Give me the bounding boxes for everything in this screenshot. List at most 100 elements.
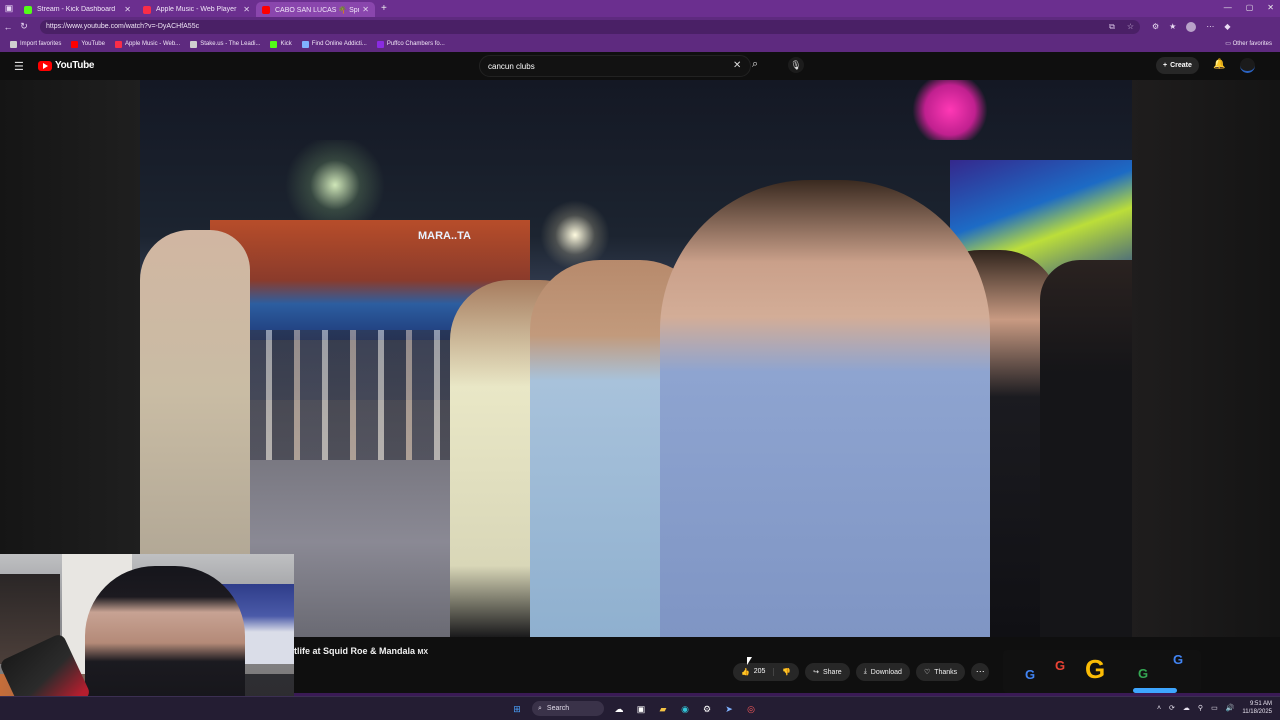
favorites-bar: Import favorites YouTube Apple Music - W… (0, 36, 1280, 52)
video-title-text: tlife at Squid Roe & Mandala (294, 646, 416, 656)
url-bar[interactable]: https://www.youtube.com/watch?v=-DyACHfA… (40, 19, 1140, 34)
video-title: tlife at Squid Roe & Mandala MX (294, 646, 428, 656)
taskbar-search-label: Search (546, 705, 570, 712)
favorite-puffco[interactable]: Puffco Chambers fo... (376, 40, 445, 48)
share-button[interactable]: ↪ Share (805, 663, 850, 681)
app-icon[interactable]: ➤ (722, 702, 736, 716)
window-menu-icon[interactable]: ▣ (0, 0, 18, 17)
tab-title: Stream - Kick Dashboard (37, 6, 116, 13)
tab-youtube-active[interactable]: CABO SAN LUCAS 🌴 Spring ✕ (256, 2, 375, 17)
favorite-label: Kick (280, 41, 292, 47)
maximize-icon[interactable]: ▢ (1246, 3, 1254, 12)
tray-chevron-icon[interactable]: ˄ (1157, 705, 1161, 712)
like-dislike-group: 👍 205 👎 (733, 663, 800, 681)
person-foreground (660, 180, 990, 637)
street-light (280, 140, 390, 230)
favorite-youtube[interactable]: YouTube (71, 40, 105, 48)
windows-taskbar: ⊞ ⌕ Search ☁ ▣ ▰ ◉ ⚙ ➤ ◎ ˄ ⟳ ☁ ⚲ ▭ 🔊 9:5… (0, 696, 1280, 720)
account-avatar[interactable] (1240, 58, 1255, 73)
system-tray: ˄ ⟳ ☁ ⚲ ▭ 🔊 9:51 AM 11/18/2025 (1157, 700, 1272, 716)
thanks-button[interactable]: ♡ Thanks (915, 663, 966, 681)
back-icon[interactable]: ← (0, 22, 16, 32)
extensions-icon[interactable]: ⚙ (1152, 22, 1159, 31)
tray-app-icon[interactable]: ⟳ (1169, 704, 1175, 712)
volume-icon[interactable]: 🔊 (1226, 704, 1235, 712)
copilot-icon[interactable]: ◆ (1224, 22, 1230, 31)
minimize-icon[interactable]: — (1224, 3, 1232, 12)
taskbar-search[interactable]: ⌕ Search (532, 701, 604, 716)
puffco-icon (376, 40, 384, 48)
url-actions: ⧉ ☆ (1109, 22, 1134, 32)
favorite-addiction[interactable]: Find Online Addicti... (301, 40, 367, 48)
more-options-icon[interactable]: ⋯ (1206, 22, 1214, 31)
network-icon[interactable]: ▭ (1211, 704, 1218, 712)
tab-apple-music[interactable]: Apple Music - Web Player ✕ (137, 2, 256, 17)
close-window-icon[interactable]: ✕ (1267, 3, 1274, 12)
tab-title: CABO SAN LUCAS 🌴 Spring (275, 6, 360, 14)
stake-icon (190, 40, 198, 48)
share-label: Share (823, 668, 842, 676)
obs-icon[interactable]: ◎ (744, 702, 758, 716)
close-tab-icon[interactable]: ✕ (243, 5, 250, 14)
clock[interactable]: 9:51 AM 11/18/2025 (1242, 700, 1272, 716)
windows-start-icon[interactable]: ⊞ (510, 702, 524, 716)
download-button[interactable]: ⤓ Download (855, 663, 910, 681)
edge-browser-icon[interactable]: ◉ (678, 702, 692, 716)
more-actions-icon[interactable]: ⋯ (971, 663, 990, 681)
close-tab-icon[interactable]: ✕ (124, 5, 131, 14)
like-button[interactable]: 👍 205 (733, 668, 775, 676)
video-title-suffix: MX (417, 649, 429, 656)
create-button[interactable]: + Create (1156, 57, 1199, 74)
thanks-label: Thanks (934, 668, 958, 676)
favorite-apple-music[interactable]: Apple Music - Web... (114, 40, 180, 48)
search-input[interactable] (488, 61, 708, 71)
favorite-label: YouTube (81, 41, 105, 47)
hamburger-menu-icon[interactable]: ☰ (14, 60, 24, 73)
plus-icon: + (1163, 62, 1168, 69)
search-icon[interactable]: ⌕ (752, 58, 758, 71)
like-count: 205 (753, 668, 766, 675)
dislike-button[interactable]: 👎 (774, 668, 799, 676)
favorite-kick[interactable]: Kick (270, 40, 292, 48)
youtube-favicon-icon (262, 5, 270, 14)
browser-actions: ⚙ ★ ⋯ ◆ (1152, 21, 1231, 32)
building-sign: MARA..TA (418, 230, 471, 242)
close-tab-icon[interactable]: ✕ (362, 5, 369, 14)
clock-time: 9:51 AM (1249, 701, 1272, 707)
share-icon: ↪ (813, 669, 819, 676)
kick-favicon-icon (24, 5, 32, 14)
create-label: Create (1170, 62, 1192, 69)
favorite-import[interactable]: Import favorites (10, 40, 61, 48)
url-text: https://www.youtube.com/watch?v=-DyACHfA… (46, 23, 200, 30)
import-icon (10, 40, 17, 48)
apple-music-favicon-icon (143, 5, 151, 14)
split-screen-icon[interactable]: ⧉ (1109, 22, 1115, 32)
ad-card[interactable]: G G G G G (1003, 650, 1201, 693)
profile-avatar[interactable] (1186, 21, 1197, 32)
favorite-star-icon[interactable]: ☆ (1127, 22, 1134, 32)
onedrive-icon[interactable]: ☁ (1183, 704, 1190, 712)
logo-text: YouTube (55, 60, 95, 71)
youtube-logo[interactable]: YouTube (38, 60, 95, 71)
new-tab-icon[interactable]: + (381, 3, 387, 14)
task-view-icon[interactable]: ▣ (634, 702, 648, 716)
notifications-bell-icon[interactable]: 🔔 (1213, 59, 1225, 70)
microphone-icon[interactable]: 🎙 (788, 57, 804, 73)
stage-right-ambient (1132, 80, 1280, 637)
youtube-icon (71, 40, 79, 48)
tray-app-icon[interactable]: ⚲ (1198, 704, 1203, 712)
settings-icon[interactable]: ⚙ (700, 702, 714, 716)
youtube-header: ☰ YouTube ✕ ⌕ 🎙 + Create 🔔 (0, 52, 1280, 80)
refresh-icon[interactable]: ↻ (16, 21, 32, 32)
file-explorer-icon[interactable]: ▰ (656, 702, 670, 716)
apple-music-icon (114, 40, 122, 48)
other-favorites[interactable]: ▭ Other favorites (1225, 40, 1272, 47)
tab-kick[interactable]: Stream - Kick Dashboard ✕ (18, 2, 137, 17)
favorites-icon[interactable]: ★ (1169, 22, 1176, 31)
youtube-play-icon (38, 60, 52, 71)
address-toolbar: ← ↻ https://www.youtube.com/watch?v=-DyA… (0, 17, 1280, 36)
clear-search-icon[interactable]: ✕ (733, 60, 741, 71)
widgets-icon[interactable]: ☁ (612, 702, 626, 716)
search-icon: ⌕ (538, 704, 542, 712)
favorite-stake[interactable]: Stake.us - The Leadi... (190, 40, 260, 48)
